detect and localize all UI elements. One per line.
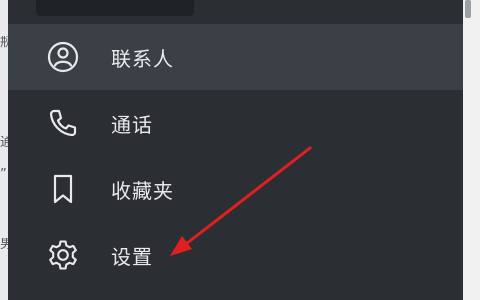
background-text-fragment: 男	[0, 238, 8, 252]
background-text-fragment: 通	[0, 136, 8, 150]
menu-item-label: 联系人	[111, 46, 174, 71]
gear-icon	[46, 238, 80, 272]
menu-item-label: 通话	[111, 112, 153, 137]
drawer-header-tab	[36, 0, 194, 16]
background-text-fragment: ”	[0, 168, 7, 182]
menu-item-calls[interactable]: 通话	[8, 90, 463, 156]
person-icon	[46, 40, 80, 74]
menu-item-label: 设置	[111, 244, 153, 269]
scrollbar-track[interactable]	[463, 0, 480, 300]
menu-item-label: 收藏夹	[111, 178, 174, 203]
menu-item-settings[interactable]: 设置	[8, 222, 463, 288]
menu-item-favorites[interactable]: 收藏夹	[8, 156, 463, 222]
scrollbar-thumb[interactable]	[465, 0, 471, 18]
bookmark-icon	[46, 172, 80, 206]
background-text-fragment: 刱	[0, 36, 8, 50]
screen: 刱 通 ” 男 联系人 通话 收藏夹 设置	[0, 0, 480, 300]
menu-item-contacts[interactable]: 联系人	[8, 24, 463, 90]
side-drawer-menu: 联系人 通话 收藏夹 设置	[8, 0, 463, 300]
phone-icon	[46, 106, 80, 140]
menu-list: 联系人 通话 收藏夹 设置	[8, 24, 463, 288]
